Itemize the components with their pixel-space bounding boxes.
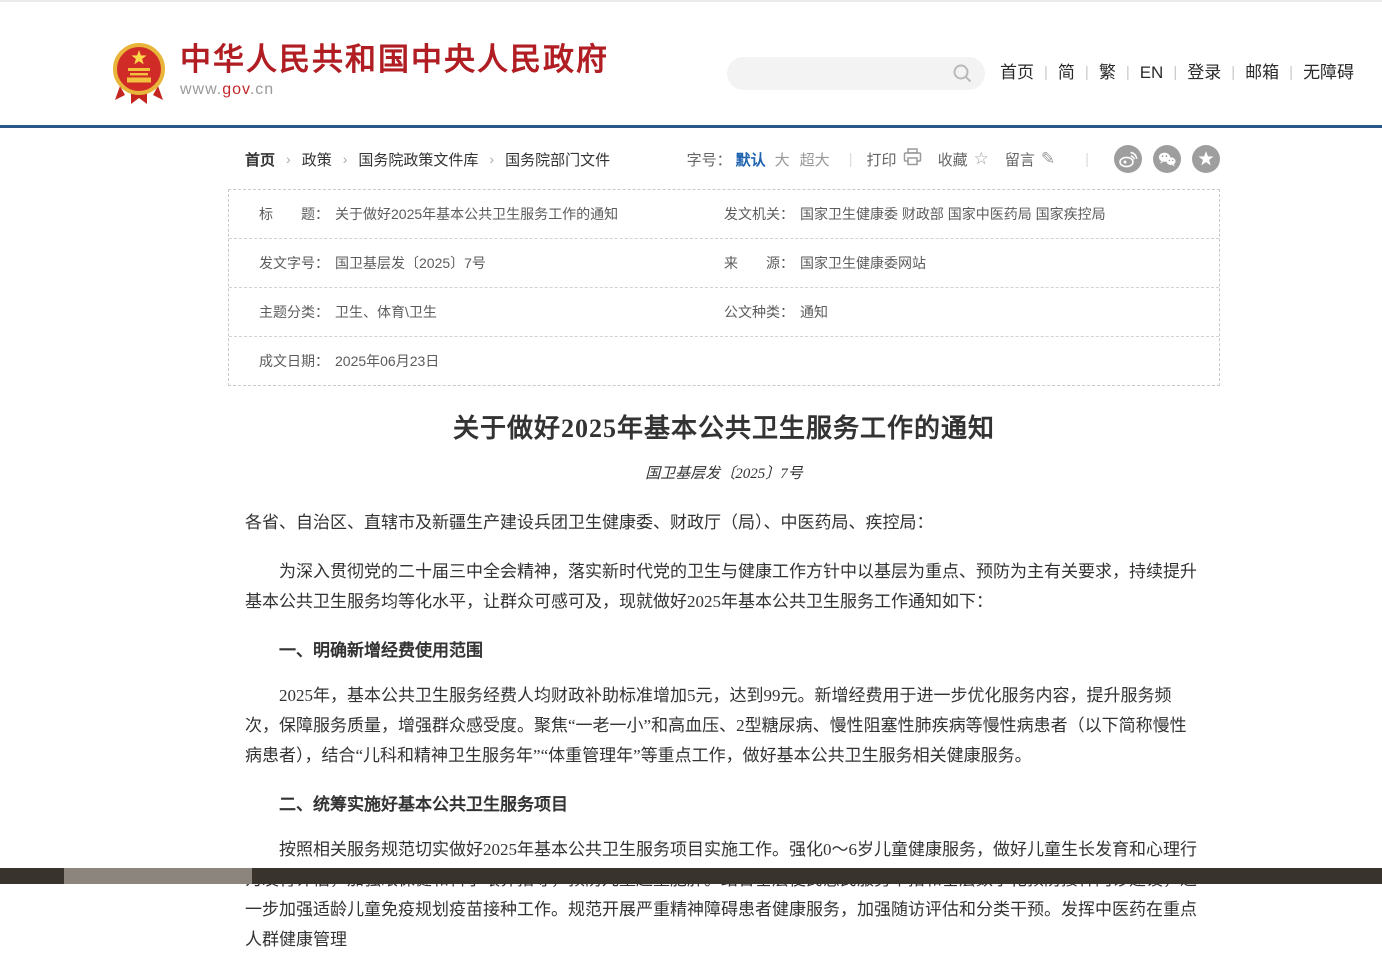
qzone-star-icon[interactable] [1192,145,1220,173]
salutation-paragraph: 各省、自治区、直辖市及新疆生产建设兵团卫生健康委、财政厅（局）、中医药局、疾控局… [245,508,1203,538]
search-box[interactable] [727,57,985,90]
meta-row-number-source: 发文字号： 国卫基层发〔2025〕7号 来 源： 国家卫生健康委网站 [229,239,1219,288]
meta-value-category: 卫生、体育\卫生 [335,302,437,322]
site-url: www.gov.cn [180,81,609,99]
meta-value-doc-number: 国卫基层发〔2025〕7号 [335,253,486,273]
nav-english[interactable]: EN [1140,60,1164,86]
search-input[interactable] [743,61,947,87]
breadcrumb-policy[interactable]: 政策 [302,149,332,170]
meta-row-category-type: 主题分类： 卫生、体育\卫生 公文种类： 通知 [229,288,1219,337]
meta-label-title: 标 题： [259,204,329,224]
site-header: 中华人民共和国中央人民政府 www.gov.cn 首页| 简| 繁| EN| 登… [0,2,1382,128]
meta-value-doc-type: 通知 [800,302,828,322]
star-icon: ☆ [974,149,989,169]
meta-value-date: 2025年06月23日 [335,351,439,371]
chevron-right-icon [478,151,505,168]
section-2-paragraph: 按照相关服务规范切实做好2025年基本公共卫生服务项目实施工作。强化0～6岁儿童… [245,835,1203,955]
meta-label-doc-type: 公文种类： [724,302,794,322]
nav-simplified[interactable]: 简 [1058,60,1075,86]
nav-login[interactable]: 登录 [1187,60,1221,86]
chevron-right-icon [332,151,359,168]
page-toolbar: 字号： 默认 大 超大 | 打印 收藏 ☆ 留言 [687,145,1220,173]
breadcrumb-department-docs[interactable]: 国务院部门文件 [505,149,610,170]
meta-label-issuing-agency: 发文机关： [724,204,794,224]
breadcrumb-toolbar-row: 首页 政策 国务院政策文件库 国务院部门文件 字号： 默认 大 超大 | 打印 [228,128,1220,183]
font-size-large-button[interactable]: 大 [775,149,790,170]
document-title: 关于做好2025年基本公共卫生服务工作的通知 [228,408,1220,445]
pencil-icon: ✎ [1041,149,1055,169]
section-1-paragraph: 2025年，基本公共卫生服务经费人均财政补助标准增加5元，达到99元。新增经费用… [245,681,1203,771]
nav-accessibility[interactable]: 无障碍 [1303,60,1354,86]
intro-paragraph: 为深入贯彻党的二十届三中全会精神，落实新时代党的卫生与健康工作方针中以基层为重点… [245,557,1203,617]
site-url-prefix: www. [180,81,222,98]
section-2-heading: 二、统筹实施好基本公共卫生服务项目 [245,790,1203,820]
document-body: 各省、自治区、直辖市及新疆生产建设兵团卫生健康委、财政厅（局）、中医药局、疾控局… [245,508,1203,955]
meta-value-source: 国家卫生健康委网站 [800,253,926,273]
font-size-xlarge-button[interactable]: 超大 [800,149,830,170]
horizontal-scrollbar[interactable] [0,868,1382,884]
main-column: 首页 政策 国务院政策文件库 国务院部门文件 字号： 默认 大 超大 | 打印 [228,128,1220,955]
brand[interactable]: 中华人民共和国中央人民政府 www.gov.cn [112,42,609,111]
document-number: 国卫基层发〔2025〕7号 [228,462,1220,483]
breadcrumb-home[interactable]: 首页 [245,149,275,170]
document-meta-table: 标 题： 关于做好2025年基本公共卫生服务工作的通知 发文机关： 国家卫生健康… [228,189,1220,386]
top-nav: 首页| 简| 繁| EN| 登录| 邮箱| 无障碍 [1000,60,1354,86]
chevron-right-icon [275,151,302,168]
meta-label-doc-number: 发文字号： [259,253,329,273]
meta-value-issuing-agency: 国家卫生健康委 财政部 国家中医药局 国家疾控局 [800,204,1106,224]
nav-mail[interactable]: 邮箱 [1245,60,1279,86]
national-emblem-logo [112,42,166,111]
print-button[interactable]: 打印 [867,148,922,171]
site-url-gov: gov [222,81,250,98]
search-icon[interactable] [952,63,973,89]
nav-home[interactable]: 首页 [1000,60,1034,86]
favorite-button[interactable]: 收藏 ☆ [938,149,989,170]
breadcrumb: 首页 政策 国务院政策文件库 国务院部门文件 [245,149,610,170]
site-title: 中华人民共和国中央人民政府 [180,42,609,78]
share-icons [1103,145,1220,173]
section-1-heading: 一、明确新增经费使用范围 [245,636,1203,666]
font-size-label: 字号： [687,149,732,170]
horizontal-scrollbar-thumb[interactable] [64,868,252,884]
printer-icon [903,148,922,171]
meta-value-title: 关于做好2025年基本公共卫生服务工作的通知 [335,204,618,224]
meta-row-date: 成文日期： 2025年06月23日 [229,337,1219,385]
weibo-icon[interactable] [1114,145,1142,173]
wechat-icon[interactable] [1153,145,1181,173]
meta-row-title-agency: 标 题： 关于做好2025年基本公共卫生服务工作的通知 发文机关： 国家卫生健康… [229,190,1219,239]
font-size-default-button[interactable]: 默认 [736,149,766,170]
meta-label-date: 成文日期： [259,351,329,371]
breadcrumb-policy-library[interactable]: 国务院政策文件库 [358,149,478,170]
site-url-suffix: .cn [250,81,274,98]
meta-label-category: 主题分类： [259,302,329,322]
comment-button[interactable]: 留言 ✎ [1005,149,1055,170]
nav-traditional[interactable]: 繁 [1099,60,1116,86]
meta-label-source: 来 源： [724,253,794,273]
